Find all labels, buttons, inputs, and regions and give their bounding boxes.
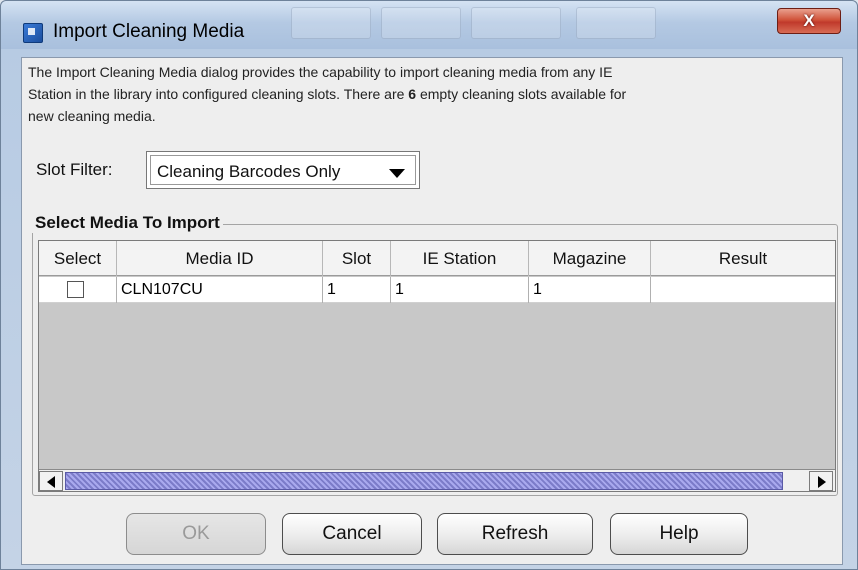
media-table: Select Media ID Slot IE Station Magazine… [38, 240, 836, 492]
media-id-cell: CLN107CU [117, 277, 323, 303]
close-button[interactable]: X [777, 8, 841, 34]
scroll-right-button[interactable] [809, 471, 833, 491]
dropdown-arrow-icon [389, 169, 405, 178]
column-header-slot[interactable]: Slot [323, 241, 391, 276]
description-line-1: The Import Cleaning Media dialog provide… [28, 64, 613, 80]
cancel-button[interactable]: Cancel [282, 513, 422, 555]
empty-slots-count: 6 [408, 86, 417, 102]
title-bar[interactable]: Import Cleaning Media X [1, 1, 857, 49]
scrollbar-thumb[interactable] [65, 472, 783, 490]
dialog-description: The Import Cleaning Media dialog provide… [28, 61, 836, 127]
ie-station-cell: 1 [391, 277, 529, 303]
result-cell [651, 277, 835, 303]
background-toolbar-ghost [381, 7, 461, 39]
refresh-button[interactable]: Refresh [437, 513, 593, 555]
background-toolbar-ghost [291, 7, 371, 39]
select-media-group-title: Select Media To Import [32, 213, 223, 233]
arrow-right-icon [818, 476, 826, 488]
background-toolbar-ghost [576, 7, 656, 39]
description-line-2: Station in the library into configured c… [28, 86, 627, 102]
slot-filter-value: Cleaning Barcodes Only [157, 162, 341, 181]
dialog-body: The Import Cleaning Media dialog provide… [21, 57, 843, 565]
column-header-media-id[interactable]: Media ID [117, 241, 323, 276]
magazine-cell: 1 [529, 277, 651, 303]
horizontal-scrollbar[interactable] [39, 469, 835, 491]
app-icon [23, 23, 43, 43]
scroll-left-button[interactable] [39, 471, 63, 491]
slot-cell: 1 [323, 277, 391, 303]
ok-button[interactable]: OK [126, 513, 266, 555]
table-header: Select Media ID Slot IE Station Magazine… [39, 241, 835, 276]
column-header-magazine[interactable]: Magazine [529, 241, 651, 276]
table-row[interactable]: CLN107CU 1 1 1 [39, 277, 835, 303]
slot-filter-label: Slot Filter: [36, 160, 113, 179]
column-header-select[interactable]: Select [39, 241, 117, 276]
slot-filter-dropdown[interactable]: Cleaning Barcodes Only [146, 151, 420, 189]
background-toolbar-ghost [471, 7, 561, 39]
select-cell [39, 277, 117, 303]
arrow-left-icon [47, 476, 55, 488]
description-line-3: new cleaning media. [28, 108, 156, 124]
import-cleaning-media-window: Import Cleaning Media X The Import Clean… [0, 0, 858, 570]
help-button[interactable]: Help [610, 513, 748, 555]
select-checkbox[interactable] [67, 281, 84, 298]
window-title: Import Cleaning Media [53, 21, 245, 42]
column-header-result[interactable]: Result [651, 241, 835, 276]
column-header-ie-station[interactable]: IE Station [391, 241, 529, 276]
